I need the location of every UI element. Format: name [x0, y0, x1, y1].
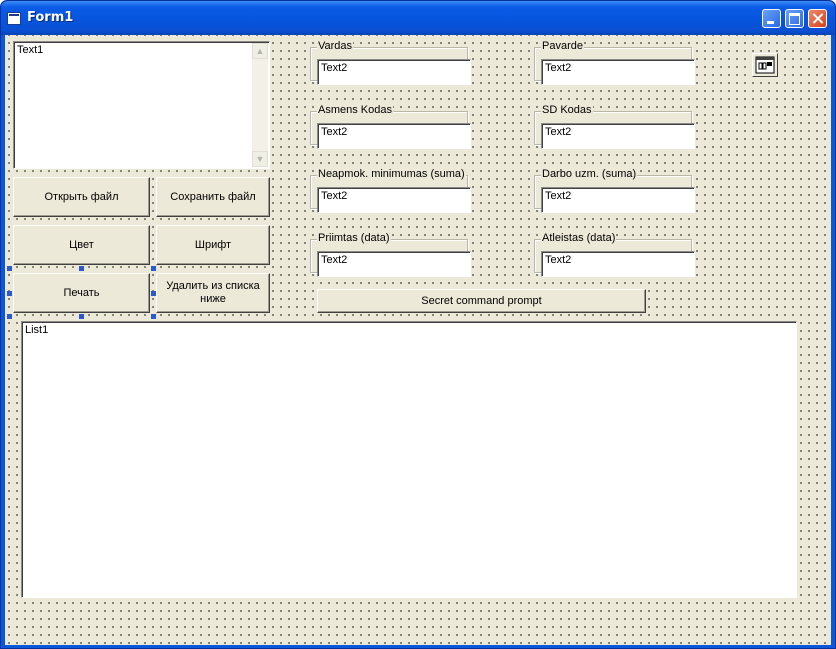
color-button[interactable]: Цвет: [13, 225, 150, 265]
asmens-kodas-label: Asmens Kodas: [317, 104, 393, 116]
priimtas-textbox[interactable]: Text2: [317, 251, 471, 277]
selection-handle[interactable]: [151, 291, 156, 296]
selection-handle[interactable]: [7, 314, 12, 319]
scroll-up-arrow-icon[interactable]: ▲: [252, 43, 268, 59]
minimize-button[interactable]: [762, 9, 781, 28]
list1-listbox[interactable]: List1: [21, 321, 797, 598]
priimtas-label: Priimtas (data): [317, 232, 391, 244]
open-file-button[interactable]: Открыть файл: [13, 177, 150, 217]
maximize-button[interactable]: [785, 9, 804, 28]
title-bar[interactable]: Form1: [1, 1, 835, 35]
secret-command-prompt-button[interactable]: Secret command prompt: [317, 289, 646, 313]
timer-glyph-icon: [755, 56, 775, 74]
pavarde-textbox[interactable]: Text2: [541, 59, 695, 85]
selection-handle[interactable]: [7, 266, 12, 271]
form-window: Form1 Text1 ▲ ▼ Открыть файл Сохранить ф…: [0, 0, 836, 649]
sd-kodas-label: SD Kodas: [541, 104, 593, 116]
print-button[interactable]: Печать: [13, 273, 150, 313]
darbo-uzm-textbox[interactable]: Text2: [541, 187, 695, 213]
darbo-uzm-label: Darbo uzm. (suma): [541, 168, 638, 180]
form-icon: [7, 12, 21, 25]
text1-multiline-textbox[interactable]: Text1 ▲ ▼: [13, 41, 270, 169]
vardas-textbox[interactable]: Text2: [317, 59, 471, 85]
atleistas-label: Atleistas (data): [541, 232, 617, 244]
sd-kodas-frame: SD Kodas Text2: [534, 104, 695, 149]
selection-handle[interactable]: [79, 266, 84, 271]
vardas-frame: Vardas Text2: [310, 40, 471, 85]
selection-handle[interactable]: [7, 291, 12, 296]
darbo-uzm-frame: Darbo uzm. (suma) Text2: [534, 168, 695, 213]
delete-from-list-button[interactable]: Удалить из списка ниже: [156, 273, 270, 313]
window-title: Form1: [27, 10, 74, 25]
neapmok-label: Neapmok. minimumas (suma): [317, 168, 466, 180]
pavarde-label: Pavarde: [541, 40, 584, 52]
list1-item[interactable]: List1: [25, 324, 48, 336]
priimtas-frame: Priimtas (data) Text2: [310, 232, 471, 277]
text1-vertical-scrollbar[interactable]: ▲ ▼: [252, 43, 268, 167]
save-file-button[interactable]: Сохранить файл: [156, 177, 270, 217]
vardas-label: Vardas: [317, 40, 354, 52]
sd-kodas-textbox[interactable]: Text2: [541, 123, 695, 149]
pavarde-frame: Pavarde Text2: [534, 40, 695, 85]
selection-handle[interactable]: [151, 266, 156, 271]
atleistas-frame: Atleistas (data) Text2: [534, 232, 695, 277]
neapmok-textbox[interactable]: Text2: [317, 187, 471, 213]
selection-handle[interactable]: [151, 314, 156, 319]
text1-value: Text1: [17, 44, 44, 56]
asmens-kodas-textbox[interactable]: Text2: [317, 123, 471, 149]
neapmok-frame: Neapmok. minimumas (suma) Text2: [310, 168, 471, 213]
atleistas-textbox[interactable]: Text2: [541, 251, 695, 277]
selection-handle[interactable]: [79, 314, 84, 319]
asmens-kodas-frame: Asmens Kodas Text2: [310, 104, 471, 149]
close-button[interactable]: [808, 9, 827, 28]
timer-control-icon[interactable]: [752, 53, 778, 77]
font-button[interactable]: Шрифт: [156, 225, 270, 265]
form-design-surface[interactable]: Text1 ▲ ▼ Открыть файл Сохранить файл Цв…: [5, 35, 831, 645]
scroll-down-arrow-icon[interactable]: ▼: [252, 151, 268, 167]
